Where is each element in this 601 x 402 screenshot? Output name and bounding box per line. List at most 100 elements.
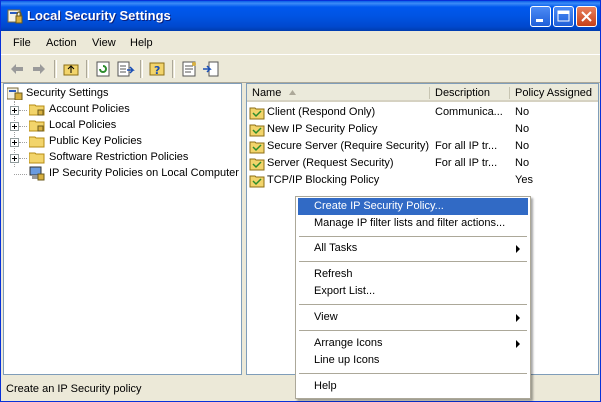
export-list-icon[interactable] — [115, 59, 135, 79]
list-item-description: Communica... — [435, 106, 503, 118]
expand-icon[interactable] — [10, 106, 19, 115]
list-item-name: Server (Request Security) — [267, 157, 394, 169]
menu-item-label: Arrange Icons — [314, 337, 383, 349]
maximize-icon — [557, 10, 570, 22]
list-item-assigned: No — [515, 157, 530, 169]
policy-icon — [249, 158, 265, 171]
toolbar-separator — [172, 60, 175, 78]
menu-item-label: All Tasks — [314, 242, 358, 254]
forward-icon[interactable] — [29, 59, 49, 79]
up-folder-icon[interactable] — [61, 59, 81, 79]
menu-item-label: Create IP Security Policy... — [314, 200, 444, 212]
security-settings-icon — [7, 9, 23, 24]
tree-line — [19, 110, 27, 111]
menu-item-all-tasks[interactable]: All Tasks — [298, 240, 528, 257]
submenu-arrow-icon — [516, 245, 520, 253]
list-item-assigned: No — [515, 123, 530, 135]
tree-item-ip-security-policies[interactable]: IP Security Policies on Local Computer — [10, 166, 240, 182]
folder-lock-icon — [29, 104, 45, 116]
tree-item-public-key-policies[interactable]: Public Key Policies — [10, 134, 240, 150]
list-item[interactable]: Secure Server (Require Security) For all… — [247, 138, 598, 155]
refresh-icon[interactable] — [93, 59, 113, 79]
list-item-name: Client (Respond Only) — [267, 106, 376, 118]
tree-line — [19, 126, 27, 127]
list-item[interactable]: Client (Respond Only) Communica... No — [247, 104, 598, 121]
tree-item-label: Account Policies — [49, 103, 130, 115]
tree-item-local-policies[interactable]: Local Policies — [10, 118, 240, 134]
menu-item-label: Manage IP filter lists and filter action… — [314, 217, 506, 229]
sort-ascending-icon — [289, 90, 296, 95]
policy-icon — [249, 175, 265, 188]
menu-bar: File Action View Help — [1, 32, 600, 53]
list-item-name: New IP Security Policy — [267, 123, 378, 135]
column-header-name[interactable]: Name — [247, 84, 430, 102]
submenu-arrow-icon — [516, 314, 520, 322]
menu-view[interactable]: View — [92, 37, 116, 49]
menu-separator — [299, 373, 527, 374]
folder-lock-icon — [29, 120, 45, 132]
list-item-name: TCP/IP Blocking Policy — [267, 174, 380, 186]
expand-icon[interactable] — [10, 138, 19, 147]
menu-separator — [299, 330, 527, 331]
close-icon — [581, 11, 592, 22]
back-icon[interactable] — [7, 59, 27, 79]
svg-text:?: ? — [154, 64, 160, 77]
menu-separator — [299, 261, 527, 262]
maximize-button[interactable] — [553, 6, 574, 27]
column-header-label: Name — [252, 87, 282, 99]
menu-item-label: Help — [314, 380, 337, 392]
column-header-policy-assigned[interactable]: Policy Assigned — [510, 84, 598, 102]
menu-item-label: View — [314, 311, 338, 323]
tree-pane[interactable]: Security Settings Account Policies Local… — [3, 83, 242, 375]
menu-item-manage-ip-filter-lists[interactable]: Manage IP filter lists and filter action… — [298, 215, 528, 232]
folder-icon — [29, 152, 45, 164]
menu-action[interactable]: Action — [46, 37, 77, 49]
menu-file[interactable]: File — [13, 37, 31, 49]
import-icon[interactable] — [201, 59, 221, 79]
menu-item-refresh[interactable]: Refresh — [298, 266, 528, 283]
menu-item-view[interactable]: View — [298, 309, 528, 326]
folder-icon — [29, 136, 45, 148]
menu-item-export-list[interactable]: Export List... — [298, 283, 528, 300]
tree-item-account-policies[interactable]: Account Policies — [10, 102, 240, 118]
title-bar[interactable]: Local Security Settings — [1, 1, 600, 31]
tree-line — [19, 158, 27, 159]
list-item-assigned: Yes — [515, 174, 533, 186]
minimize-icon — [536, 19, 543, 22]
policy-icon — [249, 141, 265, 154]
expand-icon[interactable] — [10, 154, 19, 163]
list-item[interactable]: Server (Request Security) For all IP tr.… — [247, 155, 598, 172]
menu-separator — [299, 236, 527, 237]
computer-lock-icon — [29, 166, 45, 181]
toolbar-separator — [86, 60, 89, 78]
menu-help[interactable]: Help — [130, 37, 153, 49]
security-settings-icon — [7, 87, 23, 100]
tree-item-label: Public Key Policies — [49, 135, 142, 147]
properties-icon[interactable] — [179, 59, 199, 79]
tree-item-label: Local Policies — [49, 119, 117, 131]
window-title: Local Security Settings — [27, 8, 171, 23]
column-header-description[interactable]: Description — [430, 84, 510, 102]
tree-line — [14, 174, 27, 175]
list-item[interactable]: New IP Security Policy No — [247, 121, 598, 138]
status-text: Create an IP Security policy — [6, 383, 142, 395]
list-item-description: For all IP tr... — [435, 140, 498, 152]
toolbar: ? — [1, 54, 600, 83]
list-item[interactable]: TCP/IP Blocking Policy Yes — [247, 172, 598, 189]
tree-item-software-restriction-policies[interactable]: Software Restriction Policies — [10, 150, 240, 166]
minimize-button[interactable] — [530, 6, 551, 27]
policy-icon — [249, 107, 265, 120]
list-item-name: Secure Server (Require Security) — [267, 140, 430, 152]
help-icon[interactable]: ? — [147, 59, 167, 79]
tree-root-label: Security Settings — [26, 87, 109, 99]
menu-item-arrange-icons[interactable]: Arrange Icons — [298, 335, 528, 352]
expand-icon[interactable] — [10, 122, 19, 131]
menu-item-create-ip-security-policy[interactable]: Create IP Security Policy... — [298, 198, 528, 215]
menu-item-help[interactable]: Help — [298, 378, 528, 395]
menu-item-label: Export List... — [314, 285, 376, 297]
toolbar-separator — [54, 60, 57, 78]
menu-item-line-up-icons[interactable]: Line up Icons — [298, 352, 528, 369]
close-button[interactable] — [576, 6, 597, 27]
toolbar-separator — [140, 60, 143, 78]
list-item-description: For all IP tr... — [435, 157, 498, 169]
